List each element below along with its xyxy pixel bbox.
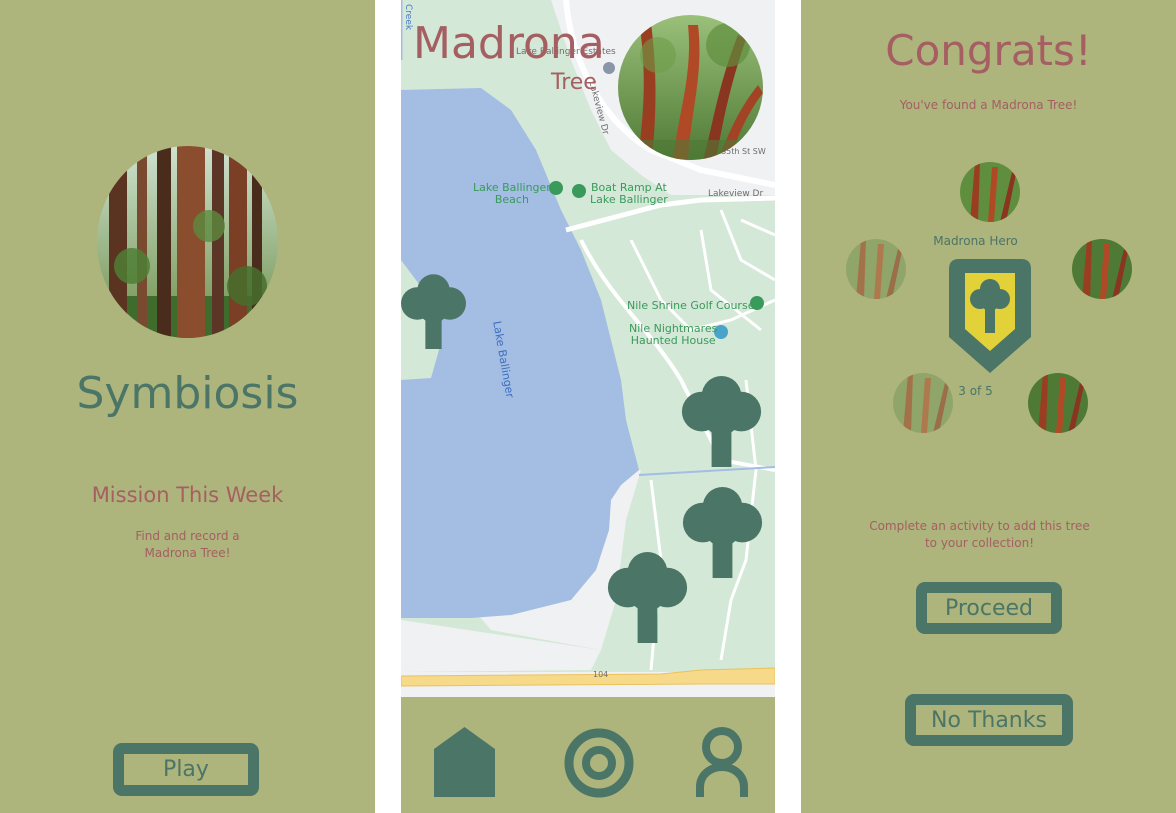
madrona-tree-photo (618, 15, 763, 160)
home-screen: Symbiosis Mission This Week Find and rec… (0, 0, 375, 813)
map-screen: Creek Lake Ballinger Estates Lakeview Dr… (401, 0, 775, 813)
mission-line: Find and record a (135, 529, 240, 543)
madrona-thumbnail-faded (893, 373, 953, 433)
tree-badge-icon (949, 259, 1031, 373)
golf-course-label[interactable]: Nile Shrine Golf Course (627, 300, 754, 312)
proceed-button-label: Proceed (944, 595, 1034, 621)
congrats-title: Congrats! (885, 26, 1092, 75)
bottom-nav (401, 697, 775, 813)
activity-line: Complete an activity to add this tree (869, 519, 1090, 533)
tree-marker[interactable] (401, 262, 466, 358)
activity-prompt: Complete an activity to add this tree to… (801, 518, 1167, 552)
profile-icon[interactable] (696, 727, 748, 797)
app-title: Symbiosis (76, 368, 299, 419)
beach-label[interactable]: Lake Ballinger Beach (473, 182, 551, 206)
boat-ramp-label[interactable]: Boat Ramp At Lake Ballinger (590, 182, 668, 206)
tree-marker[interactable] (606, 548, 689, 643)
no-thanks-button-label: No Thanks (931, 707, 1047, 733)
proceed-button[interactable]: Proceed (916, 582, 1062, 634)
activity-line: to your collection! (924, 536, 1035, 550)
haunted-house-label[interactable]: Nile Nightmares Haunted House (629, 323, 717, 347)
tree-marker[interactable] (681, 483, 764, 578)
madrona-thumbnail-faded (846, 239, 906, 299)
route-104-label: 104 (593, 670, 609, 679)
madrona-thumbnail (960, 162, 1020, 222)
beach-label-line: Beach (494, 193, 529, 206)
home-icon[interactable] (434, 727, 495, 797)
play-button[interactable]: Play (113, 743, 259, 796)
found-text: You've found a Madrona Tree! (899, 98, 1078, 112)
haunted-house-line: Haunted House (630, 334, 716, 347)
mission-line: Madrona Tree! (144, 546, 231, 560)
lakeview-road-label-2: Lakeview Dr (708, 189, 764, 199)
boat-ramp-line: Lake Ballinger (590, 193, 668, 206)
tree-marker[interactable] (680, 372, 763, 467)
redwood-forest-photo (97, 146, 278, 338)
play-button-label: Play (163, 757, 209, 782)
progress-text: 3 of 5 (958, 384, 993, 398)
mission-heading: Mission This Week (91, 483, 284, 507)
creek-label: Creek (403, 4, 413, 31)
madrona-thumbnail (1072, 239, 1132, 299)
map-title: Madrona (413, 18, 605, 69)
target-icon[interactable] (564, 728, 634, 798)
map-subtitle: Tree (551, 70, 597, 95)
madrona-thumbnail (1028, 373, 1088, 433)
no-thanks-button[interactable]: No Thanks (905, 694, 1073, 746)
congrats-screen: Congrats! You've found a Madrona Tree! M… (801, 0, 1176, 813)
mission-description: Find and record a Madrona Tree! (0, 528, 375, 562)
